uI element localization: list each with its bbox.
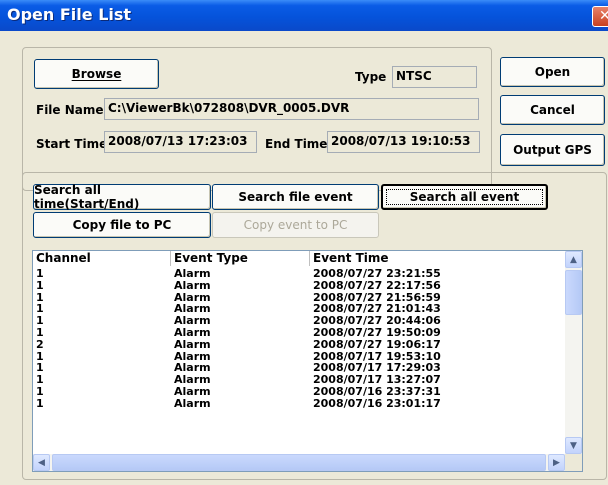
cell-channel: 1	[36, 278, 44, 292]
type-label: Type	[355, 70, 387, 84]
output-gps-button-label: Output GPS	[513, 143, 592, 157]
table-row[interactable]: 1 Alarm 2008/07/16 23:37:31	[33, 386, 563, 398]
browse-button[interactable]: Browse	[34, 59, 159, 89]
table-row[interactable]: 1 Alarm 2008/07/27 22:17:56	[33, 278, 563, 292]
copy-file-to-pc-button[interactable]: Copy file to PC	[33, 212, 211, 238]
search-all-event-button[interactable]: Search all event	[381, 184, 548, 210]
table-row[interactable]: 1 Alarm 2008/07/17 17:29:03	[33, 362, 563, 374]
event-list[interactable]: Channel Event Type Event Time 1 Alarm 2008…	[32, 250, 583, 472]
close-icon: ✕	[599, 8, 608, 24]
horizontal-scrollbar[interactable]: ◀ ▶	[33, 454, 565, 471]
vertical-scroll-thumb[interactable]	[565, 270, 582, 315]
scroll-left-button[interactable]: ◀	[33, 454, 50, 471]
chevron-left-icon: ◀	[38, 457, 45, 468]
column-header-event-type[interactable]: Event Type	[171, 251, 310, 266]
chevron-up-icon: ▲	[570, 254, 577, 265]
chevron-right-icon: ▶	[553, 457, 560, 468]
cell-event-time: 2008/07/16 23:01:17	[313, 396, 441, 410]
cell-event-type: Alarm	[174, 396, 211, 410]
type-field[interactable]: NTSC	[392, 66, 477, 88]
copy-file-to-pc-label: Copy file to PC	[72, 218, 172, 232]
file-name-label: File Name	[36, 103, 104, 117]
cell-event-type: Alarm	[174, 278, 211, 292]
vertical-scrollbar[interactable]: ▲ ▼	[565, 251, 582, 454]
cell-channel: 1	[36, 396, 44, 410]
cancel-button-label: Cancel	[530, 103, 575, 117]
chevron-down-icon: ▼	[570, 440, 577, 451]
cell-event-time: 2008/07/27 22:17:56	[313, 278, 441, 292]
scroll-right-button[interactable]: ▶	[548, 454, 565, 471]
close-button[interactable]: ✕	[592, 6, 608, 27]
output-gps-button[interactable]: Output GPS	[500, 134, 605, 166]
table-row[interactable]: 1 Alarm 2008/07/27 21:01:43	[33, 303, 563, 315]
open-file-list-dialog: Open File List ✕ Browse Type NTSC File N…	[0, 0, 608, 485]
cell-event-time: 2008/07/27 19:06:17	[313, 337, 441, 351]
cell-event-time: 2008/07/27 19:50:09	[313, 325, 441, 339]
table-row[interactable]: 2 Alarm 2008/07/27 19:06:17	[33, 337, 563, 351]
copy-event-to-pc-button: Copy event to PC	[212, 212, 379, 238]
horizontal-scroll-thumb[interactable]	[52, 454, 546, 471]
start-time-label: Start Time	[36, 137, 108, 151]
browse-button-label: Browse	[71, 67, 122, 81]
scroll-up-button[interactable]: ▲	[565, 251, 582, 268]
cell-channel: 1	[36, 325, 44, 339]
table-row[interactable]: 1 Alarm 2008/07/17 19:53:10	[33, 350, 563, 363]
column-header-event-time[interactable]: Event Time	[310, 251, 563, 266]
end-time-field[interactable]: 2008/07/13 19:10:53	[327, 131, 480, 153]
cancel-button[interactable]: Cancel	[500, 95, 605, 125]
copy-event-to-pc-label: Copy event to PC	[243, 218, 348, 232]
open-button-label: Open	[534, 65, 571, 79]
search-all-time-button[interactable]: Search all time(Start/End)	[33, 183, 211, 211]
scroll-corner	[565, 454, 582, 471]
window-title: Open File List	[7, 5, 132, 24]
cell-channel: 2	[36, 337, 44, 351]
column-header-channel[interactable]: Channel	[33, 251, 171, 266]
table-row[interactable]: 1 Alarm 2008/07/27 19:50:09	[33, 327, 563, 339]
table-row[interactable]: 1 Alarm 2008/07/16 23:01:17	[33, 396, 563, 410]
table-row[interactable]: 1 Alarm 2008/07/27 20:44:06	[33, 315, 563, 327]
cell-event-type: Alarm	[174, 384, 211, 398]
search-file-event-button[interactable]: Search file event	[212, 184, 379, 210]
cell-event-type: Alarm	[174, 337, 211, 351]
search-all-time-label: Search all time(Start/End)	[34, 183, 140, 211]
table-row[interactable]: 1 Alarm 2008/07/27 21:56:59	[33, 291, 563, 304]
title-bar[interactable]: Open File List ✕	[0, 0, 608, 31]
start-time-field[interactable]: 2008/07/13 17:23:03	[104, 131, 257, 153]
cell-event-time: 2008/07/16 23:37:31	[313, 384, 441, 398]
list-header: Channel Event Type Event Time	[33, 251, 563, 266]
table-row[interactable]: 1 Alarm 2008/07/27 23:21:55	[33, 268, 563, 280]
table-row[interactable]: 1 Alarm 2008/07/17 13:27:07	[33, 374, 563, 386]
search-all-event-label: Search all event	[409, 190, 520, 204]
cell-channel: 1	[36, 384, 44, 398]
scroll-down-button[interactable]: ▼	[565, 437, 582, 454]
list-rows: 1 Alarm 2008/07/27 23:21:55 1 Alarm 2008/07/2…	[33, 268, 563, 410]
cell-event-type: Alarm	[174, 325, 211, 339]
search-file-event-label: Search file event	[238, 190, 353, 204]
file-name-field[interactable]: C:\ViewerBk\072808\DVR_0005.DVR	[104, 98, 479, 120]
open-button[interactable]: Open	[500, 57, 605, 87]
end-time-label: End Time	[265, 137, 328, 151]
